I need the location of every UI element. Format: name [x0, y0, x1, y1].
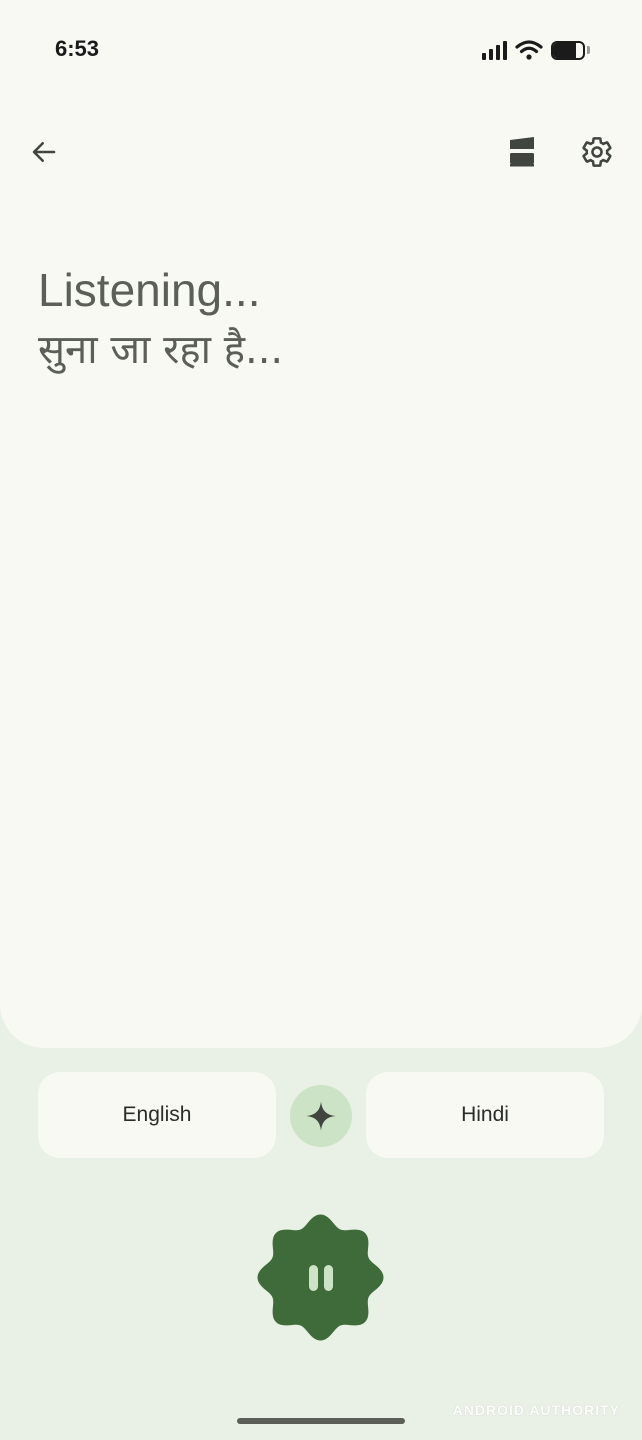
arrow-left-icon	[32, 142, 56, 162]
source-language-button[interactable]: English	[38, 1072, 276, 1158]
back-button[interactable]	[20, 128, 68, 176]
status-icons	[482, 40, 590, 60]
battery-icon	[551, 40, 590, 60]
pause-button[interactable]	[252, 1209, 389, 1346]
screen: 6:53 Listening... सुना जा रहा है... Engl…	[0, 0, 642, 1440]
source-transcript: Listening...	[38, 264, 261, 316]
signal-icon	[482, 40, 507, 60]
sparkle-button[interactable]	[290, 1085, 352, 1147]
transcript-text: Listening... सुना जा रहा है...	[38, 262, 283, 382]
target-transcript: सुना जा रहा है...	[38, 327, 284, 373]
watermark: ANDROID AUTHORITY	[452, 1402, 620, 1418]
home-indicator[interactable]	[237, 1418, 405, 1424]
target-language-label: Hindi	[461, 1103, 509, 1126]
pause-icon	[308, 1264, 333, 1291]
target-language-button[interactable]: Hindi	[366, 1072, 604, 1158]
split-screen-icon	[510, 137, 534, 167]
source-language-label: English	[122, 1103, 192, 1126]
gear-icon	[582, 137, 612, 167]
status-time: 6:53	[55, 36, 100, 61]
split-screen-button[interactable]	[498, 128, 546, 176]
settings-button[interactable]	[573, 128, 621, 176]
wifi-icon	[515, 40, 543, 60]
sparkle-icon	[306, 1101, 336, 1131]
